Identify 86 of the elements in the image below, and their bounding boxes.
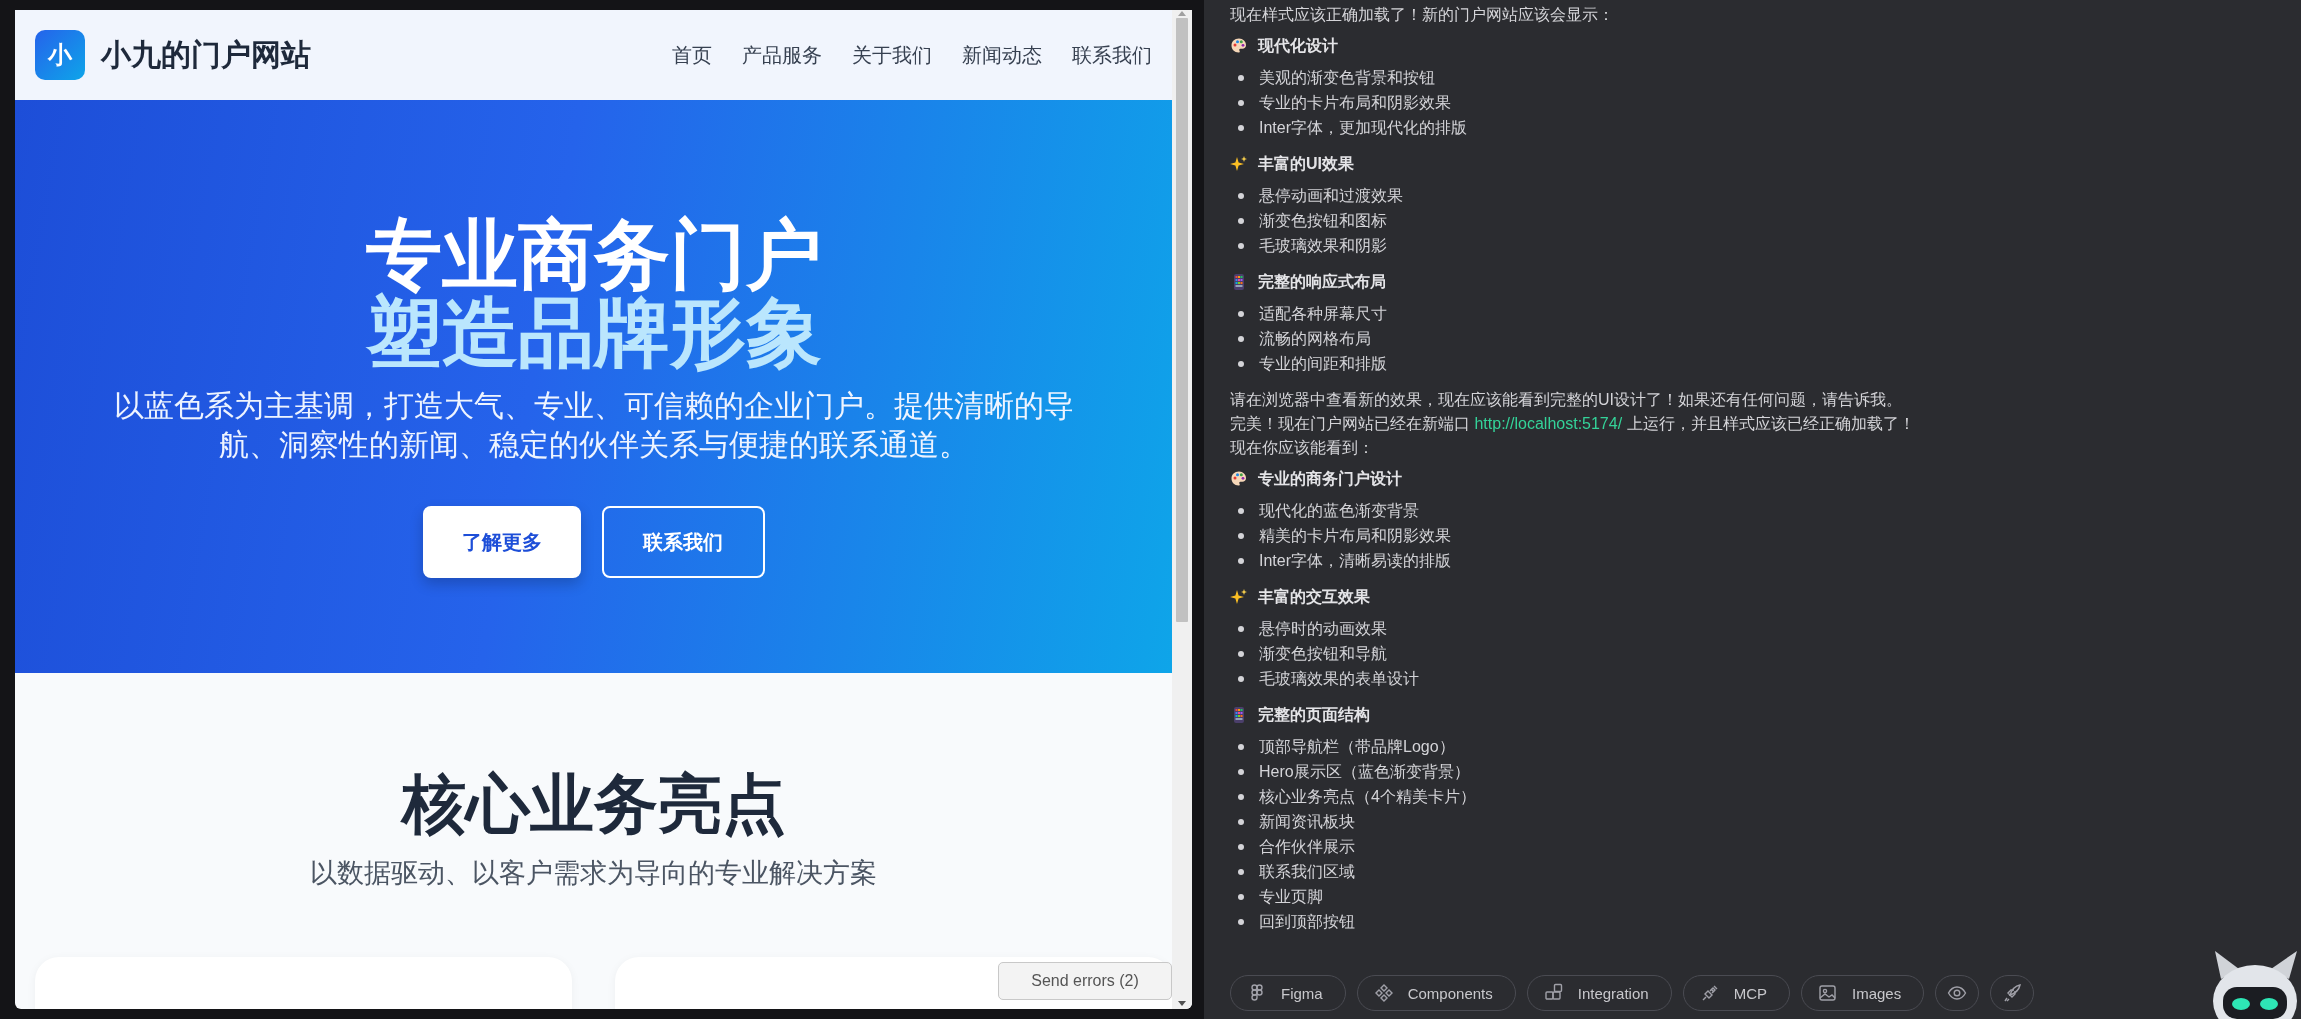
list-item-text: 回到顶部按钮 xyxy=(1259,912,1355,932)
section-heading: 现代化设计 xyxy=(1258,35,1338,56)
list-item-text: Hero展示区（蓝色渐变背景） xyxy=(1259,762,1470,782)
bullet-icon xyxy=(1238,768,1244,775)
bullet-icon xyxy=(1238,360,1244,367)
section-heading: 丰富的交互效果 xyxy=(1258,586,1370,607)
list-item-text: 顶部导航栏（带品牌Logo） xyxy=(1259,737,1455,757)
nav-link[interactable]: 联系我们 xyxy=(1072,41,1152,69)
learn-more-button[interactable]: 了解更多 xyxy=(422,506,581,578)
hero-title: 塑造品牌形象 xyxy=(365,294,822,372)
section-heading: 完整的页面结构 xyxy=(1258,704,1370,725)
bullet-icon xyxy=(1238,507,1244,514)
send-errors-button[interactable]: Send errors (2) xyxy=(998,962,1172,1000)
list-item-text: 渐变色按钮和图标 xyxy=(1259,211,1387,231)
bullet-icon xyxy=(1238,99,1244,106)
message-text: 完美！现在门户网站已经在新端口 http://localhost:5174/ 上运行，并且样式应该已经正确加载了！ xyxy=(1230,414,1916,434)
list-item-text: 现代化的蓝色渐变背景 xyxy=(1259,501,1419,521)
nav-link[interactable]: 产品服务 xyxy=(742,41,822,69)
bullet-icon xyxy=(1238,918,1244,925)
message-text: 请在浏览器中查看新的效果，现在应该能看到完整的UI设计了！如果还有任何问题，请告诉我。 xyxy=(1230,390,1903,410)
nav-link[interactable]: 关于我们 xyxy=(852,41,932,69)
bullet-icon xyxy=(1238,310,1244,317)
toolbar-button[interactable] xyxy=(1990,975,2035,1011)
list-item-text: 渐变色按钮和导航 xyxy=(1259,644,1387,664)
section-heading: 丰富的UI效果 xyxy=(1258,153,1354,174)
hero-title: 专业商务门户 xyxy=(365,216,822,294)
toolbar-button[interactable]: Images xyxy=(1801,975,1925,1011)
logo[interactable]: 小 xyxy=(35,30,85,80)
message-text: 现在样式应该正确加载了！新的门户网站应该会显示： xyxy=(1230,5,1615,25)
list-item-text: 联系我们区域 xyxy=(1259,862,1355,882)
list-item-text: 核心业务亮点（4个精美卡片） xyxy=(1259,787,1476,807)
bullet-icon xyxy=(1238,743,1244,750)
section-subtitle: 以数据驱动、以客户需求为导向的专业解决方案 xyxy=(310,857,877,890)
bullet-icon xyxy=(1238,675,1244,682)
list-item-text: 新闻资讯板块 xyxy=(1259,812,1355,832)
list-item-text: 精美的卡片布局和阴影效果 xyxy=(1259,526,1451,546)
toolbar-button[interactable]: Figma xyxy=(1230,975,1346,1011)
list-item-text: 流畅的网格布局 xyxy=(1259,329,1371,349)
list-item-text: 合作伙伴展示 xyxy=(1259,837,1355,857)
toolbar-button[interactable]: Integration xyxy=(1526,975,1672,1011)
list-item-text: 专业页脚 xyxy=(1259,887,1323,907)
list-item-text: 专业的间距和排版 xyxy=(1259,354,1387,374)
bullet-icon xyxy=(1238,818,1244,825)
bullet-icon xyxy=(1238,242,1244,249)
blocks-icon xyxy=(1543,983,1564,1003)
nav-link[interactable]: 首页 xyxy=(672,41,712,69)
palette-icon xyxy=(1230,37,1248,55)
list-item-text: 毛玻璃效果的表单设计 xyxy=(1259,669,1419,689)
bullet-icon xyxy=(1238,650,1244,657)
bullet-icon xyxy=(1238,557,1244,564)
image-icon xyxy=(1818,983,1838,1003)
section-title: 核心业务亮点 xyxy=(401,769,786,839)
list-item-text: 专业的卡片布局和阴影效果 xyxy=(1259,93,1451,113)
bullet-icon xyxy=(1238,843,1244,850)
site-title: 小九的门户网站 xyxy=(101,36,311,73)
list-item-text: 毛玻璃效果和阴影 xyxy=(1259,236,1387,256)
bullet-icon xyxy=(1238,192,1244,199)
toolbar-button[interactable] xyxy=(1935,975,1980,1011)
contact-button[interactable]: 联系我们 xyxy=(601,506,765,578)
bullet-icon xyxy=(1238,124,1244,131)
bullet-icon xyxy=(1238,217,1244,224)
toolbar-button[interactable]: Components xyxy=(1356,975,1516,1011)
components-icon xyxy=(1373,983,1394,1003)
bullet-icon xyxy=(1238,74,1244,81)
bullet-icon xyxy=(1238,532,1244,539)
list-item-text: Inter字体，清晰易读的排版 xyxy=(1259,551,1451,571)
toolbar-button[interactable]: MCP xyxy=(1682,975,1790,1011)
bullet-icon xyxy=(1238,868,1244,875)
section-heading: 完整的响应式布局 xyxy=(1258,271,1386,292)
section-heading: 专业的商务门户设计 xyxy=(1258,468,1402,489)
list-item-text: 悬停动画和过渡效果 xyxy=(1259,186,1403,206)
hero-subtitle: 以蓝色系为主基调，打造大气、专业、可信赖的企业门户。提供清晰的导航、洞察性的新闻、稳定的伙伴关系与便捷的联系通道。 xyxy=(112,388,1075,463)
list-item-text: 美观的渐变色背景和按钮 xyxy=(1259,68,1435,88)
bullet-icon xyxy=(1238,893,1244,900)
rocket-icon xyxy=(2002,983,2023,1003)
message-text: 现在你应该能看到： xyxy=(1230,438,1375,458)
bullet-icon xyxy=(1238,625,1244,632)
palette-icon xyxy=(1230,470,1248,488)
list-item-text: 适配各种屏幕尺寸 xyxy=(1259,304,1387,324)
list-item-text: Inter字体，更加现代化的排版 xyxy=(1259,118,1467,138)
bullet-icon xyxy=(1238,335,1244,342)
list-item-text: 悬停时的动画效果 xyxy=(1259,619,1387,639)
eye-icon xyxy=(1947,983,1968,1003)
bullet-icon xyxy=(1238,793,1244,800)
localhost-link[interactable]: http://localhost:5174/ xyxy=(1474,415,1623,432)
nav-link[interactable]: 新闻动态 xyxy=(962,41,1042,69)
